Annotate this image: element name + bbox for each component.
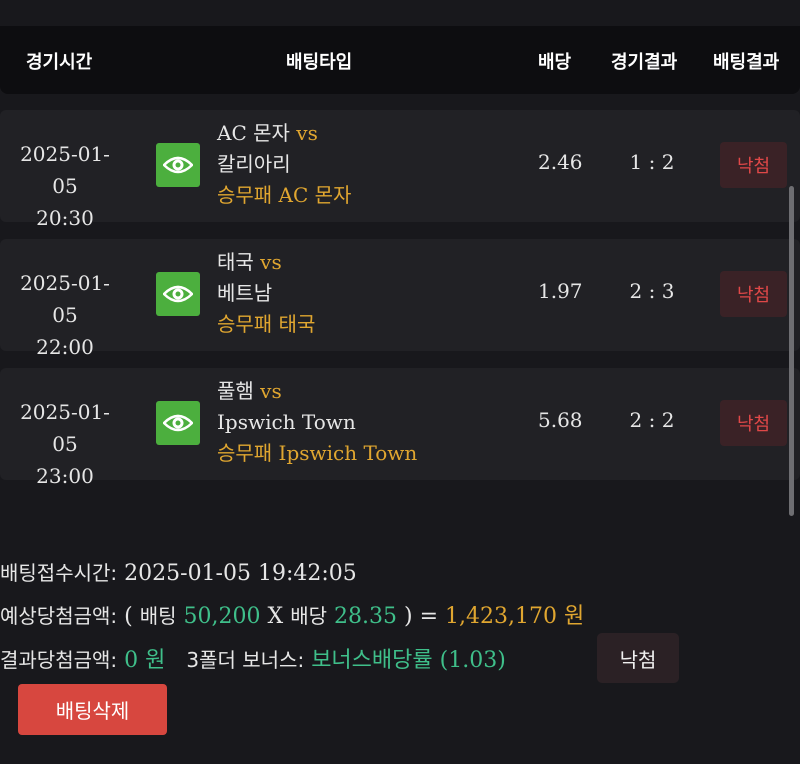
- bet-amount: 50,200: [183, 604, 261, 629]
- away-team: 칼리아리: [217, 152, 291, 176]
- bet-pick: 승무패 태국: [217, 312, 316, 336]
- header-time: 경기시간: [26, 52, 93, 73]
- table-header: 경기시간 배팅타입 배당 경기결과 배팅결과: [0, 26, 800, 94]
- header-bet-result: 배팅결과: [713, 52, 780, 73]
- status-badge: 낙첨: [720, 400, 787, 446]
- match-date: 2025-01-05: [20, 400, 110, 456]
- table-row: 2025-01-05 20:30 AC 몬자 vs 칼리아리 승무패 AC 몬자…: [0, 110, 800, 230]
- header-type: 배팅타입: [286, 52, 353, 73]
- match-date: 2025-01-05: [20, 142, 110, 198]
- bonus-label: 3폴더 보너스:: [186, 648, 305, 672]
- vs-label: vs: [296, 121, 318, 145]
- header-result: 경기결과: [611, 52, 678, 73]
- match-datetime: 2025-01-05 22:00: [13, 267, 117, 363]
- match-datetime: 2025-01-05 23:00: [13, 396, 117, 492]
- match-time: 22:00: [36, 335, 94, 359]
- vs-label: vs: [260, 250, 282, 274]
- match-teams: AC 몬자 vs 칼리아리 승무패 AC 몬자: [217, 118, 351, 211]
- home-team: AC 몬자: [217, 121, 290, 145]
- expected-payout-line: 예상당첨금액: ( 배팅 50,200 X 배당 28.35 ) = 1,423…: [0, 598, 584, 630]
- result-label: 결과당첨금액:: [0, 648, 118, 672]
- status-badge: 낙첨: [720, 271, 787, 317]
- away-team: 베트남: [217, 281, 273, 305]
- eye-icon[interactable]: [156, 272, 200, 316]
- match-score: 2 : 3: [629, 279, 675, 303]
- home-team: 태국: [217, 250, 254, 274]
- bet-pick: 승무패 AC 몬자: [217, 183, 352, 207]
- match-teams: 풀햄 vs Ipswich Town 승무패 Ipswich Town: [217, 376, 417, 469]
- table-row: 2025-01-05 23:00 풀햄 vs Ipswich Town 승무패 …: [0, 368, 800, 488]
- status-badge: 낙첨: [720, 142, 787, 188]
- away-team: Ipswich Town: [217, 410, 356, 434]
- odds-value: 1.97: [538, 279, 583, 303]
- total-odds: 28.35: [334, 604, 397, 629]
- times-sign: X: [267, 604, 284, 629]
- table-row: 2025-01-05 22:00 태국 vs 베트남 승무패 태국 1.97 2…: [0, 239, 800, 359]
- match-time: 23:00: [36, 464, 94, 488]
- odds-value: 5.68: [538, 408, 583, 432]
- result-payout-line: 결과당첨금액: 0 원 3폴더 보너스: 보너스배당률 (1.03): [0, 642, 506, 674]
- match-time: 20:30: [36, 206, 94, 230]
- bet-word: 배팅: [139, 604, 177, 628]
- match-score: 1 : 2: [629, 150, 675, 174]
- match-date: 2025-01-05: [20, 271, 110, 327]
- eye-icon[interactable]: [156, 143, 200, 187]
- match-score: 2 : 2: [629, 408, 675, 432]
- bet-pick: 승무패 Ipswich Town: [217, 441, 418, 465]
- scrollbar[interactable]: [789, 186, 794, 516]
- odds-value: 2.46: [538, 150, 583, 174]
- vs-label: vs: [260, 379, 282, 403]
- close-eq: ) =: [404, 604, 439, 629]
- match-teams: 태국 vs 베트남 승무패 태국: [217, 247, 315, 340]
- receipt-label: 배팅접수시간:: [0, 561, 118, 585]
- delete-bet-button[interactable]: 배팅삭제: [18, 684, 167, 735]
- expected-label: 예상당첨금액:: [0, 604, 118, 628]
- odds-word: 배당: [290, 604, 328, 628]
- open-paren: (: [124, 604, 133, 629]
- eye-icon[interactable]: [156, 401, 200, 445]
- receipt-time: 2025-01-05 19:42:05: [124, 561, 357, 586]
- header-odds: 배당: [538, 52, 572, 73]
- overall-status-badge: 낙첨: [597, 633, 679, 683]
- result-amount: 0 원: [124, 648, 166, 673]
- expected-amount: 1,423,170 원: [445, 604, 585, 629]
- home-team: 풀햄: [217, 379, 254, 403]
- receipt-time-line: 배팅접수시간: 2025-01-05 19:42:05: [0, 557, 357, 586]
- bonus-value: 보너스배당률 (1.03): [311, 648, 506, 673]
- match-datetime: 2025-01-05 20:30: [13, 138, 117, 234]
